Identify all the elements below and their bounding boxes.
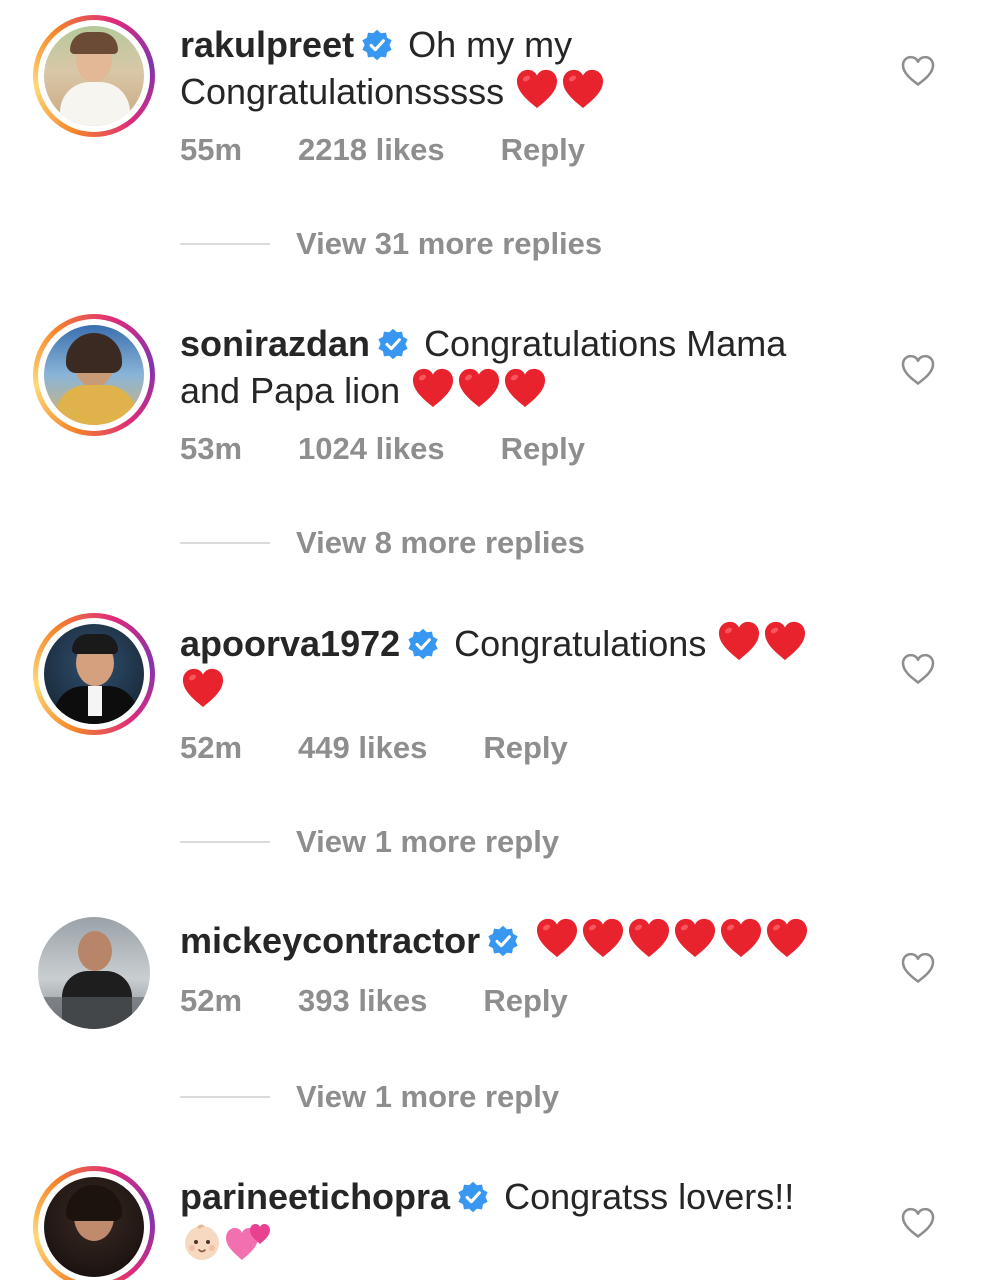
verified-badge-icon bbox=[456, 1180, 490, 1214]
red-heart-emoji bbox=[456, 367, 502, 409]
baby-emoji bbox=[185, 1224, 219, 1260]
view-replies-link[interactable]: View 1 more reply bbox=[180, 1079, 559, 1115]
like-count[interactable]: 449 likes bbox=[298, 730, 427, 766]
reply-button[interactable]: Reply bbox=[483, 730, 567, 766]
red-heart-emoji bbox=[180, 667, 226, 709]
avatar-story-ring[interactable] bbox=[33, 15, 155, 137]
avatar bbox=[44, 26, 144, 126]
like-heart-icon[interactable] bbox=[900, 54, 936, 88]
comment-username[interactable]: rakulpreet bbox=[180, 24, 354, 65]
red-heart-emoji bbox=[502, 367, 548, 409]
avatar bbox=[44, 325, 144, 425]
red-heart-emoji bbox=[514, 68, 560, 110]
two-hearts-emoji bbox=[226, 1224, 270, 1260]
reply-button[interactable]: Reply bbox=[483, 983, 567, 1019]
avatar-frame[interactable] bbox=[33, 912, 155, 1034]
verified-badge-icon bbox=[406, 627, 440, 661]
comment-time: 53m bbox=[180, 431, 243, 466]
comment-meta: 52m 449 likes Reply bbox=[180, 730, 568, 766]
comment-username[interactable]: sonirazdan bbox=[180, 323, 370, 364]
view-replies-link[interactable]: View 8 more replies bbox=[180, 525, 585, 561]
avatar-story-ring[interactable] bbox=[33, 613, 155, 735]
red-heart-emoji bbox=[718, 917, 764, 959]
avatar bbox=[38, 917, 150, 1029]
comment-text: Congratss lovers!! bbox=[504, 1176, 795, 1217]
red-heart-emoji bbox=[560, 68, 606, 110]
avatar bbox=[44, 624, 144, 724]
divider bbox=[180, 841, 270, 843]
like-heart-icon[interactable] bbox=[900, 353, 936, 387]
verified-badge-icon bbox=[376, 327, 410, 361]
comment-text: and Papa lion bbox=[180, 370, 401, 411]
comment-meta: 55m 2218 likes Reply bbox=[180, 132, 585, 168]
comment-username[interactable]: mickeycontractor bbox=[180, 920, 480, 961]
view-replies-label[interactable]: View 1 more reply bbox=[296, 1079, 559, 1115]
view-replies-label[interactable]: View 8 more replies bbox=[296, 525, 585, 561]
verified-badge-icon bbox=[360, 28, 394, 62]
view-replies-label[interactable]: View 1 more reply bbox=[296, 824, 559, 860]
like-heart-icon[interactable] bbox=[900, 652, 936, 686]
like-heart-icon[interactable] bbox=[900, 951, 936, 985]
like-heart-icon[interactable] bbox=[900, 1206, 936, 1240]
comment-meta: 53m 1024 likes Reply bbox=[180, 431, 585, 467]
comment-username[interactable]: parineetichopra bbox=[180, 1176, 450, 1217]
red-heart-emoji bbox=[762, 620, 808, 662]
red-heart-emoji bbox=[534, 917, 580, 959]
comment-time: 52m bbox=[180, 730, 243, 765]
view-replies-link[interactable]: View 1 more reply bbox=[180, 824, 559, 860]
red-heart-emoji bbox=[626, 917, 672, 959]
comment-username[interactable]: apoorva1972 bbox=[180, 623, 400, 664]
comment-body: rakulpreet Oh my my Congratulationsssss bbox=[180, 22, 880, 115]
comment-meta: 52m 393 likes Reply bbox=[180, 983, 568, 1019]
divider bbox=[180, 1096, 270, 1098]
like-count[interactable]: 2218 likes bbox=[298, 132, 445, 168]
like-count[interactable]: 393 likes bbox=[298, 983, 427, 1019]
comment-body: parineetichopra Congratss lovers!! bbox=[180, 1174, 880, 1267]
view-replies-link[interactable]: View 31 more replies bbox=[180, 226, 602, 262]
comment-text: Congratulationsssss bbox=[180, 71, 505, 112]
view-replies-label[interactable]: View 31 more replies bbox=[296, 226, 602, 262]
comment-body: apoorva1972 Congratulations bbox=[180, 620, 880, 714]
comment-body: mickeycontractor bbox=[180, 917, 880, 964]
red-heart-emoji bbox=[410, 367, 456, 409]
comment-time: 52m bbox=[180, 983, 243, 1018]
comment-text: Congratulations bbox=[454, 623, 707, 664]
red-heart-emoji bbox=[580, 917, 626, 959]
reply-button[interactable]: Reply bbox=[501, 431, 585, 467]
like-count[interactable]: 1024 likes bbox=[298, 431, 445, 467]
comment-text: Congratulations Mama bbox=[424, 323, 787, 364]
avatar bbox=[44, 1177, 144, 1277]
reply-button[interactable]: Reply bbox=[501, 132, 585, 168]
avatar-story-ring[interactable] bbox=[33, 314, 155, 436]
divider bbox=[180, 243, 270, 245]
red-heart-emoji bbox=[672, 917, 718, 959]
red-heart-emoji bbox=[716, 620, 762, 662]
avatar-story-ring[interactable] bbox=[33, 1166, 155, 1280]
divider bbox=[180, 542, 270, 544]
comment-body: sonirazdan Congratulations Mama and Papa… bbox=[180, 321, 880, 414]
comment-time: 55m bbox=[180, 132, 243, 167]
comment-text: Oh my my bbox=[408, 24, 573, 65]
red-heart-emoji bbox=[764, 917, 810, 959]
verified-badge-icon bbox=[486, 924, 520, 958]
